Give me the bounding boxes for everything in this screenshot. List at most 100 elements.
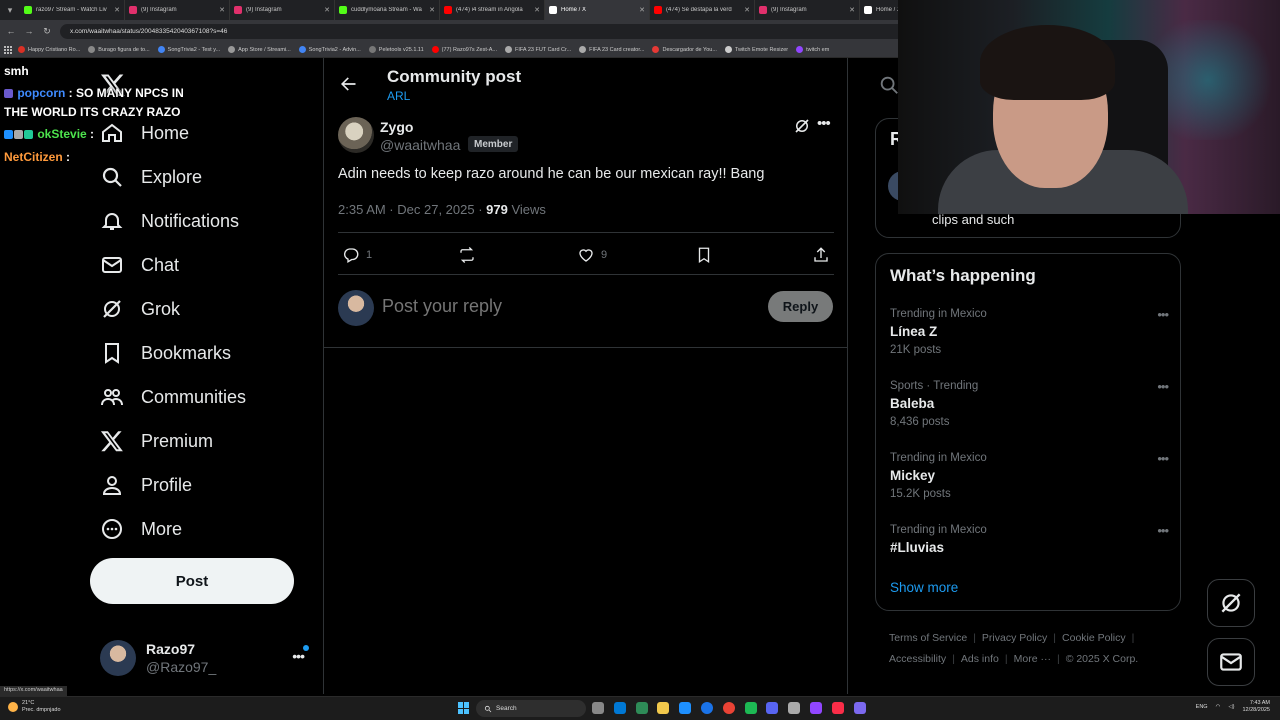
browser-tab[interactable]: (474) Se destapa la verd ✕ <box>650 0 755 20</box>
forward-nav-icon[interactable]: → <box>24 26 34 36</box>
bookmark-item[interactable]: Peletools v25.1.11 <box>368 46 424 53</box>
tab-close-icon[interactable]: ✕ <box>324 6 330 14</box>
back-arrow-icon[interactable] <box>338 74 358 94</box>
browser-tab[interactable]: razo97 Stream - Watch Liv ✕ <box>20 0 125 20</box>
nav-item-premium[interactable]: Premium <box>100 423 213 459</box>
tab-close-icon[interactable]: ✕ <box>744 6 750 14</box>
show-more-link[interactable]: Show more <box>890 580 958 595</box>
reload-icon[interactable]: ↻ <box>42 26 52 37</box>
bookmark-item[interactable]: SongTrivia2 - Advin... <box>298 46 361 53</box>
footer-link[interactable]: Ads info <box>961 653 999 665</box>
repost-action[interactable] <box>458 246 482 264</box>
search-icon[interactable] <box>878 74 900 96</box>
bookmark-item[interactable]: Burago figura de to... <box>88 46 150 53</box>
footer-link[interactable]: Terms of Service <box>889 632 967 644</box>
tab-close-icon[interactable]: ✕ <box>849 6 855 14</box>
trend-item[interactable]: Trending in Mexico Línea Z 21K posts ••• <box>890 307 1170 367</box>
bookmark-item[interactable]: Happy Cristiano Ro... <box>18 46 80 53</box>
bookmark-item[interactable]: FIFA 23 FUT Card Cr... <box>504 46 571 53</box>
volume-icon[interactable]: ◁) <box>1228 704 1234 710</box>
wifi-icon[interactable]: ◠ <box>1216 704 1221 710</box>
nav-item-explore[interactable]: Explore <box>100 159 202 195</box>
spotify-icon[interactable] <box>744 702 757 714</box>
browser-tab[interactable]: (474) i4 stream in Angola ✕ <box>440 0 545 20</box>
footer-link[interactable]: More ··· <box>1014 653 1051 665</box>
post-more-icon[interactable]: ••• <box>817 115 831 132</box>
clock[interactable]: 7:43 AM 12/28/2025 <box>1242 700 1270 714</box>
windows-start-icon[interactable] <box>458 702 470 714</box>
grok-fab-button[interactable] <box>1207 579 1255 627</box>
edge-icon[interactable] <box>613 702 626 714</box>
tab-close-icon[interactable]: ✕ <box>219 6 225 14</box>
weather-widget[interactable]: 21°C Prec. dmpnjado <box>8 700 61 714</box>
browser-tab[interactable]: (9) Instagram ✕ <box>755 0 860 20</box>
nav-item-profile[interactable]: Profile <box>100 467 192 503</box>
back-nav-icon[interactable]: ← <box>6 26 16 36</box>
tab-close-icon[interactable]: ✕ <box>114 6 120 14</box>
footer-link[interactable]: © 2025 X Corp. <box>1066 653 1139 665</box>
trend-more-icon[interactable]: ••• <box>1157 523 1169 538</box>
nav-item-communities[interactable]: Communities <box>100 379 246 415</box>
bookmark-item[interactable]: (77) Razo97s Zest-A... <box>431 46 497 53</box>
bookmark-item[interactable]: Twitch Emote Resizer <box>724 46 788 53</box>
mail-app-icon[interactable] <box>679 702 692 714</box>
file-explorer-icon[interactable] <box>657 702 670 714</box>
nav-item-bookmarks[interactable]: Bookmarks <box>100 335 231 371</box>
browser-tab[interactable]: cuddlymoana Stream - Wa ✕ <box>335 0 440 20</box>
url-field[interactable]: x.com/waaitwhaa/status/20048335420403671… <box>60 23 920 39</box>
footer-link[interactable]: Accessibility <box>889 653 946 665</box>
trend-item[interactable]: Trending in Mexico Mickey 15.2K posts ••• <box>890 451 1170 511</box>
bookmark-item[interactable]: App Store / Streami... <box>228 46 291 53</box>
obs-icon[interactable] <box>810 702 822 714</box>
reply-button[interactable]: Reply <box>768 291 833 322</box>
browser-tab[interactable]: Home / X ✕ <box>545 0 650 20</box>
account-more-icon[interactable]: ••• <box>292 648 305 664</box>
community-link[interactable]: ARL <box>387 89 410 103</box>
bookmark-item[interactable]: Descargador de You... <box>652 46 717 53</box>
bookmark-action[interactable] <box>695 246 713 264</box>
teams-icon[interactable] <box>853 702 866 714</box>
apps-grid-icon[interactable] <box>4 45 12 54</box>
share-action[interactable] <box>812 246 830 264</box>
nav-item-grok[interactable]: Grok <box>100 291 180 327</box>
trend-item[interactable]: Trending in Mexico #Lluvias ••• <box>890 523 1170 583</box>
post-button[interactable]: Post <box>90 558 294 604</box>
reply-input[interactable] <box>382 296 742 317</box>
account-switcher[interactable]: Razo97 @Razo97_ ••• <box>100 636 314 680</box>
trend-more-icon[interactable]: ••• <box>1157 379 1169 394</box>
bookmark-item[interactable]: SongTrivia2 - Test y... <box>157 46 220 53</box>
nav-item-chat[interactable]: Chat <box>100 247 179 283</box>
grok-icon[interactable] <box>793 117 811 135</box>
trend-more-icon[interactable]: ••• <box>1157 451 1169 466</box>
discord-icon[interactable] <box>766 702 779 714</box>
bookmark-item[interactable]: FIFA 23 Card creator... <box>579 46 644 53</box>
browser-tab[interactable]: (9) Instagram ✕ <box>125 0 230 20</box>
task-view-icon[interactable] <box>592 702 604 714</box>
chrome-profile-icon[interactable] <box>722 702 735 714</box>
tab-close-icon[interactable]: ✕ <box>639 6 645 14</box>
trend-item[interactable]: Sports · Trending Baleba 8,436 posts ••• <box>890 379 1170 439</box>
footer-link[interactable]: Privacy Policy <box>982 632 1047 644</box>
chrome-icon[interactable] <box>701 702 713 714</box>
bookmark-item[interactable]: twitch em <box>796 46 829 53</box>
messages-fab-button[interactable] <box>1207 638 1255 686</box>
music-icon[interactable] <box>831 702 844 714</box>
post-author-name[interactable]: Zygo <box>380 119 413 135</box>
browser-tab[interactable]: (9) Instagram ✕ <box>230 0 335 20</box>
store-icon[interactable] <box>635 702 648 714</box>
settings-icon[interactable] <box>788 702 801 714</box>
reply-action[interactable]: 1 <box>342 246 372 264</box>
nav-item-more[interactable]: More <box>100 511 182 547</box>
tab-close-icon[interactable]: ✕ <box>534 6 540 14</box>
tab-close-icon[interactable]: ✕ <box>429 6 435 14</box>
post-timestamp[interactable]: 2:35 AM · Dec 27, 2025 · <box>338 202 486 217</box>
like-action[interactable]: 9 <box>577 246 607 264</box>
taskbar-search[interactable]: Search <box>476 700 586 717</box>
language-indicator[interactable]: ENG <box>1196 704 1208 710</box>
post-author-avatar[interactable] <box>338 117 374 153</box>
trend-more-icon[interactable]: ••• <box>1157 307 1169 322</box>
post-author-handle[interactable]: @waaitwhaa <box>380 137 460 153</box>
footer-link[interactable]: Cookie Policy <box>1062 632 1126 644</box>
tab-search-icon[interactable]: ▾ <box>0 0 20 20</box>
nav-item-notifications[interactable]: Notifications <box>100 203 239 239</box>
